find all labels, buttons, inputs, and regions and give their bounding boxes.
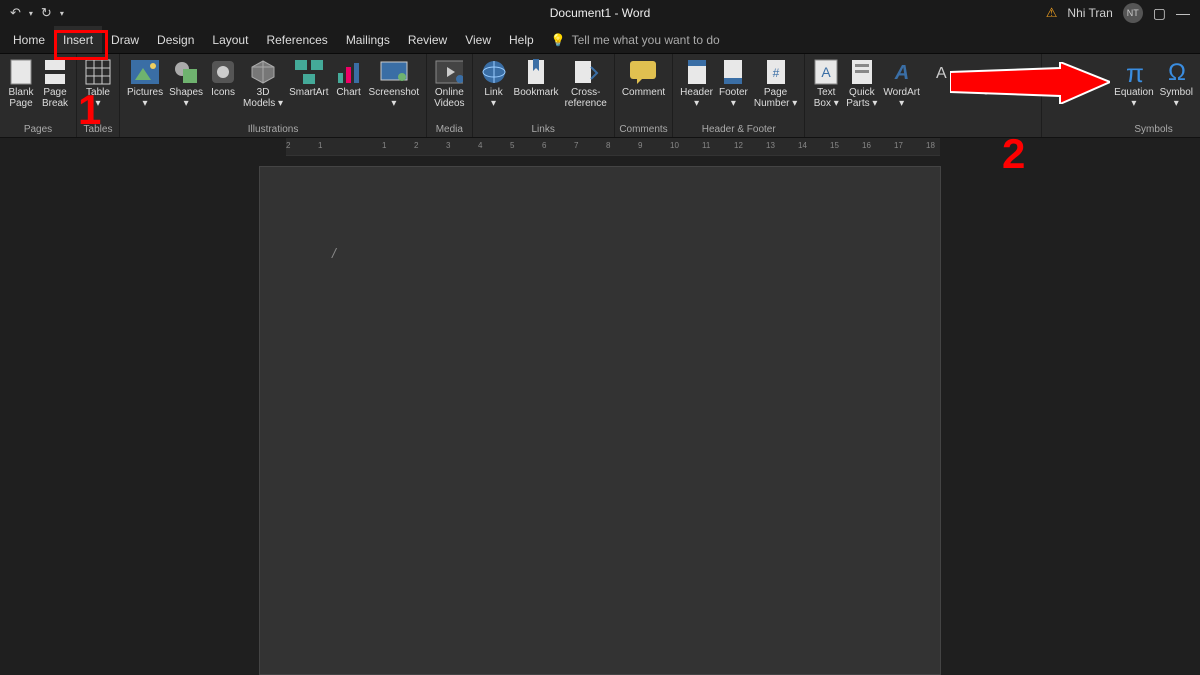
icons-icon	[209, 58, 237, 86]
footer-button[interactable]: Footer ▾	[716, 56, 751, 123]
ribbon-tabs: Home Insert Draw Design Layout Reference…	[0, 26, 1200, 54]
shapes-icon	[172, 58, 200, 86]
annotation-step-1: 1	[78, 86, 101, 134]
svg-text:A: A	[936, 65, 947, 82]
document-page[interactable]: /	[259, 166, 941, 675]
page-break-icon	[41, 58, 69, 86]
blank-page-icon	[7, 58, 35, 86]
group-illustrations: Pictures ▾ Shapes ▾ Icons 3D Models ▾ Sm…	[120, 54, 427, 137]
wordart-icon: A	[888, 58, 916, 86]
minimize-button[interactable]: —	[1176, 5, 1190, 21]
warning-icon[interactable]: ⚠	[1046, 5, 1058, 21]
3d-models-button[interactable]: 3D Models ▾	[240, 56, 286, 123]
header-icon	[683, 58, 711, 86]
smartart-icon	[295, 58, 323, 86]
text-box-icon: A	[812, 58, 840, 86]
chart-button[interactable]: Chart	[332, 56, 366, 123]
svg-text:π: π	[1126, 58, 1144, 86]
link-icon	[480, 58, 508, 86]
video-icon	[435, 58, 463, 86]
group-pages: Blank Page Page Break Pages	[0, 54, 77, 137]
qat-customize[interactable]: ▾	[60, 9, 64, 18]
wordart-button[interactable]: AWordArt ▾	[880, 56, 923, 123]
group-links: Link ▾ Bookmark Cross- reference Links	[473, 54, 615, 137]
screenshot-icon	[380, 58, 408, 86]
group-symbols: πEquation ▾ ΩSymbol ▾ Symbols	[1107, 54, 1200, 137]
svg-text:A: A	[822, 64, 832, 80]
online-videos-button[interactable]: Online Videos	[431, 56, 467, 123]
tab-help[interactable]: Help	[500, 26, 543, 53]
tell-me-placeholder: Tell me what you want to do	[572, 33, 720, 47]
comment-button[interactable]: Comment	[619, 56, 668, 123]
redo-button[interactable]: ↻	[41, 5, 52, 21]
tab-view[interactable]: View	[456, 26, 500, 53]
tab-mailings[interactable]: Mailings	[337, 26, 399, 53]
page-break-button[interactable]: Page Break	[38, 56, 72, 123]
cross-reference-button[interactable]: Cross- reference	[562, 56, 610, 123]
pi-icon: π	[1120, 58, 1148, 86]
blank-page-button[interactable]: Blank Page	[4, 56, 38, 123]
undo-button[interactable]: ↶	[10, 5, 21, 21]
drop-cap-icon: A	[926, 58, 954, 86]
smartart-button[interactable]: SmartArt	[286, 56, 331, 123]
tab-review[interactable]: Review	[399, 26, 456, 53]
group-comments: Comment Comments	[615, 54, 673, 137]
bookmark-icon	[522, 58, 550, 86]
svg-text:A: A	[893, 62, 908, 84]
group-media: Online Videos Media	[427, 54, 472, 137]
symbol-button[interactable]: ΩSymbol ▾	[1157, 56, 1196, 123]
omega-icon: Ω	[1162, 58, 1190, 86]
link-button[interactable]: Link ▾	[477, 56, 511, 123]
page-number-button[interactable]: #Page Number ▾	[751, 56, 800, 123]
text-box-button[interactable]: AText Box ▾	[809, 56, 843, 123]
document-workspace: /	[0, 156, 1200, 675]
shapes-button[interactable]: Shapes ▾	[166, 56, 206, 123]
quick-parts-button[interactable]: Quick Parts ▾	[843, 56, 880, 123]
drop-cap-button[interactable]: A	[923, 56, 957, 123]
cross-reference-icon	[572, 58, 600, 86]
avatar[interactable]: NT	[1123, 3, 1143, 23]
qat-dropdown[interactable]: ▾	[29, 9, 33, 18]
table-icon	[84, 58, 112, 86]
signature-line-button[interactable]: ✎ Signature Li	[957, 56, 1037, 123]
quick-parts-icon	[848, 58, 876, 86]
tab-insert[interactable]: Insert	[54, 26, 102, 53]
ribbon-display-options[interactable]: ▢	[1153, 5, 1166, 22]
footer-icon	[719, 58, 747, 86]
horizontal-ruler[interactable]: 21123456789101112131415161718	[286, 138, 940, 156]
tab-layout[interactable]: Layout	[203, 26, 257, 53]
tell-me-search[interactable]: 💡 Tell me what you want to do	[551, 33, 720, 47]
group-header-footer: Header ▾ Footer ▾ #Page Number ▾ Header …	[673, 54, 805, 137]
text-cursor: /	[332, 245, 336, 261]
screenshot-button[interactable]: Screenshot ▾	[366, 56, 423, 123]
title-bar: ↶ ▾ ↻ ▾ Document1 - Word ⚠ Nhi Tran NT ▢…	[0, 0, 1200, 26]
annotation-step-2: 2	[1002, 130, 1025, 178]
tab-design[interactable]: Design	[148, 26, 203, 53]
equation-button[interactable]: πEquation ▾	[1111, 56, 1156, 123]
pictures-icon	[131, 58, 159, 86]
comment-icon	[629, 58, 657, 86]
tab-home[interactable]: Home	[4, 26, 54, 53]
signature-icon: ✎	[960, 83, 970, 97]
pictures-button[interactable]: Pictures ▾	[124, 56, 166, 123]
ribbon: Blank Page Page Break Pages Table ▾ Tabl…	[0, 54, 1200, 138]
user-name[interactable]: Nhi Tran	[1067, 6, 1112, 20]
svg-text:Ω: Ω	[1168, 59, 1186, 86]
chart-icon	[335, 58, 363, 86]
icons-button[interactable]: Icons	[206, 56, 240, 123]
lightbulb-icon: 💡	[551, 33, 566, 47]
cube-icon	[249, 58, 277, 86]
tab-draw[interactable]: Draw	[102, 26, 148, 53]
svg-text:#: #	[772, 66, 779, 80]
group-text: AText Box ▾ Quick Parts ▾ AWordArt ▾ A ✎…	[805, 54, 1042, 137]
page-number-icon: #	[762, 58, 790, 86]
bookmark-button[interactable]: Bookmark	[511, 56, 562, 123]
tab-references[interactable]: References	[257, 26, 336, 53]
header-button[interactable]: Header ▾	[677, 56, 716, 123]
document-title: Document1 - Word	[550, 6, 650, 20]
